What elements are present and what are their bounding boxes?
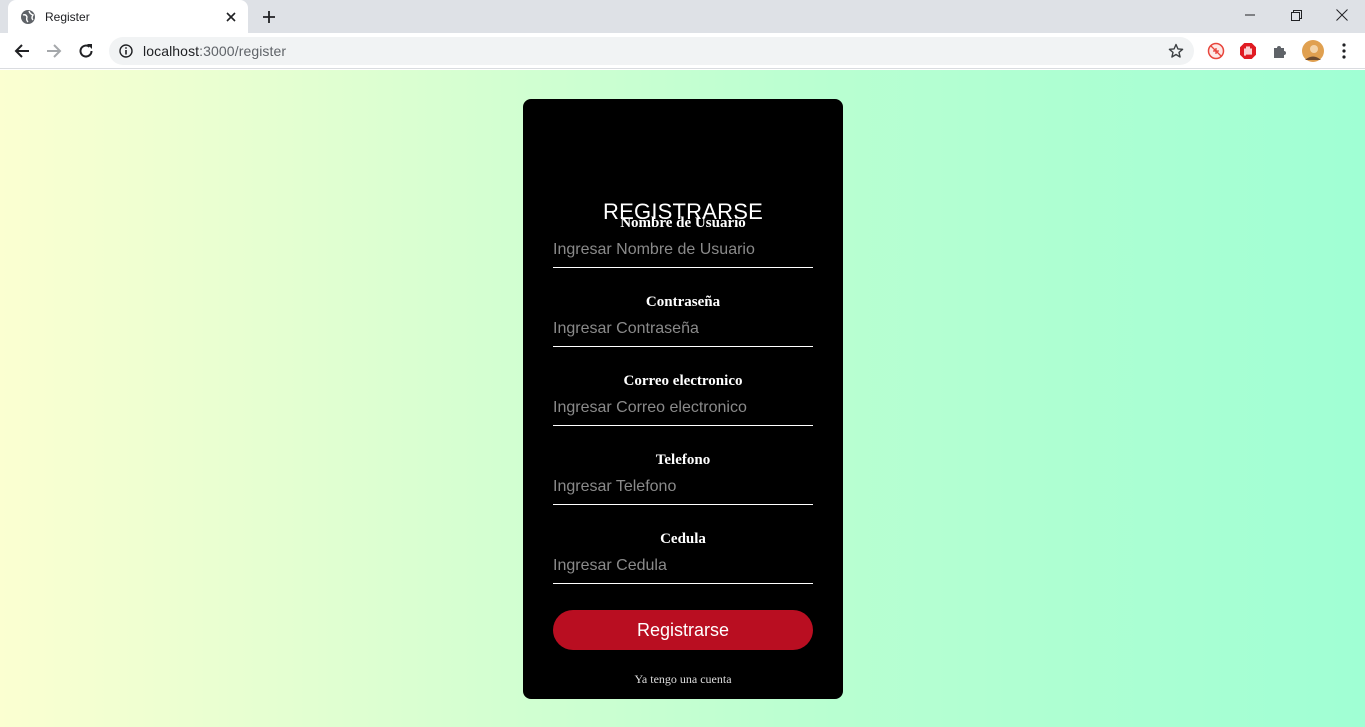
reload-icon[interactable] <box>72 37 100 65</box>
field-phone: Telefono <box>553 452 813 519</box>
tab-strip: Register <box>0 0 1365 33</box>
field-email: Correo electronico <box>553 373 813 440</box>
arrow-right-icon[interactable] <box>40 37 68 65</box>
avatar[interactable] <box>1302 40 1324 62</box>
globe-icon <box>20 9 36 25</box>
register-button[interactable]: Registrarse <box>553 610 813 650</box>
email-input[interactable] <box>553 394 813 426</box>
plus-icon[interactable] <box>257 5 281 29</box>
username-input[interactable] <box>553 236 813 268</box>
field-label: Nombre de Usuario <box>620 215 746 231</box>
field-username: Nombre de Usuario <box>553 215 813 282</box>
puzzle-icon[interactable] <box>1270 41 1290 61</box>
kebab-menu-icon[interactable] <box>1334 41 1354 61</box>
field-label: Contraseña <box>645 294 721 310</box>
field-cedula: Cedula <box>553 531 813 598</box>
url-host: localhost <box>143 43 200 59</box>
url-path: /register <box>234 43 287 59</box>
adblock-icon[interactable] <box>1238 41 1258 61</box>
window-close-icon[interactable] <box>1319 0 1365 30</box>
star-icon[interactable] <box>1166 41 1186 61</box>
register-card: REGISTRARSE Nombre de Usuario Contraseña… <box>523 99 843 699</box>
field-label: Cedula <box>660 531 706 547</box>
address-bar[interactable]: localhost:3000/register <box>109 37 1194 65</box>
close-icon[interactable] <box>220 6 242 28</box>
url-port: :3000 <box>199 43 235 59</box>
password-input[interactable] <box>553 315 813 347</box>
phone-input[interactable] <box>553 473 813 505</box>
login-link[interactable]: Ya tengo una cuenta <box>523 672 843 687</box>
field-label: Telefono <box>655 452 711 468</box>
field-label: Correo electronico <box>623 373 743 389</box>
cedula-input[interactable] <box>553 552 813 584</box>
minimize-icon[interactable] <box>1227 0 1273 30</box>
page-viewport: REGISTRARSE Nombre de Usuario Contraseña… <box>0 70 1365 727</box>
tab-title: Register <box>45 9 90 24</box>
info-icon[interactable] <box>118 43 134 59</box>
extension-icon[interactable] <box>1206 41 1226 61</box>
browser-tab[interactable]: Register <box>8 0 248 33</box>
browser-toolbar: localhost:3000/register <box>0 33 1365 69</box>
arrow-left-icon[interactable] <box>8 37 36 65</box>
restore-icon[interactable] <box>1273 0 1319 30</box>
field-password: Contraseña <box>553 294 813 361</box>
url-text: localhost:3000/register <box>143 43 1166 59</box>
